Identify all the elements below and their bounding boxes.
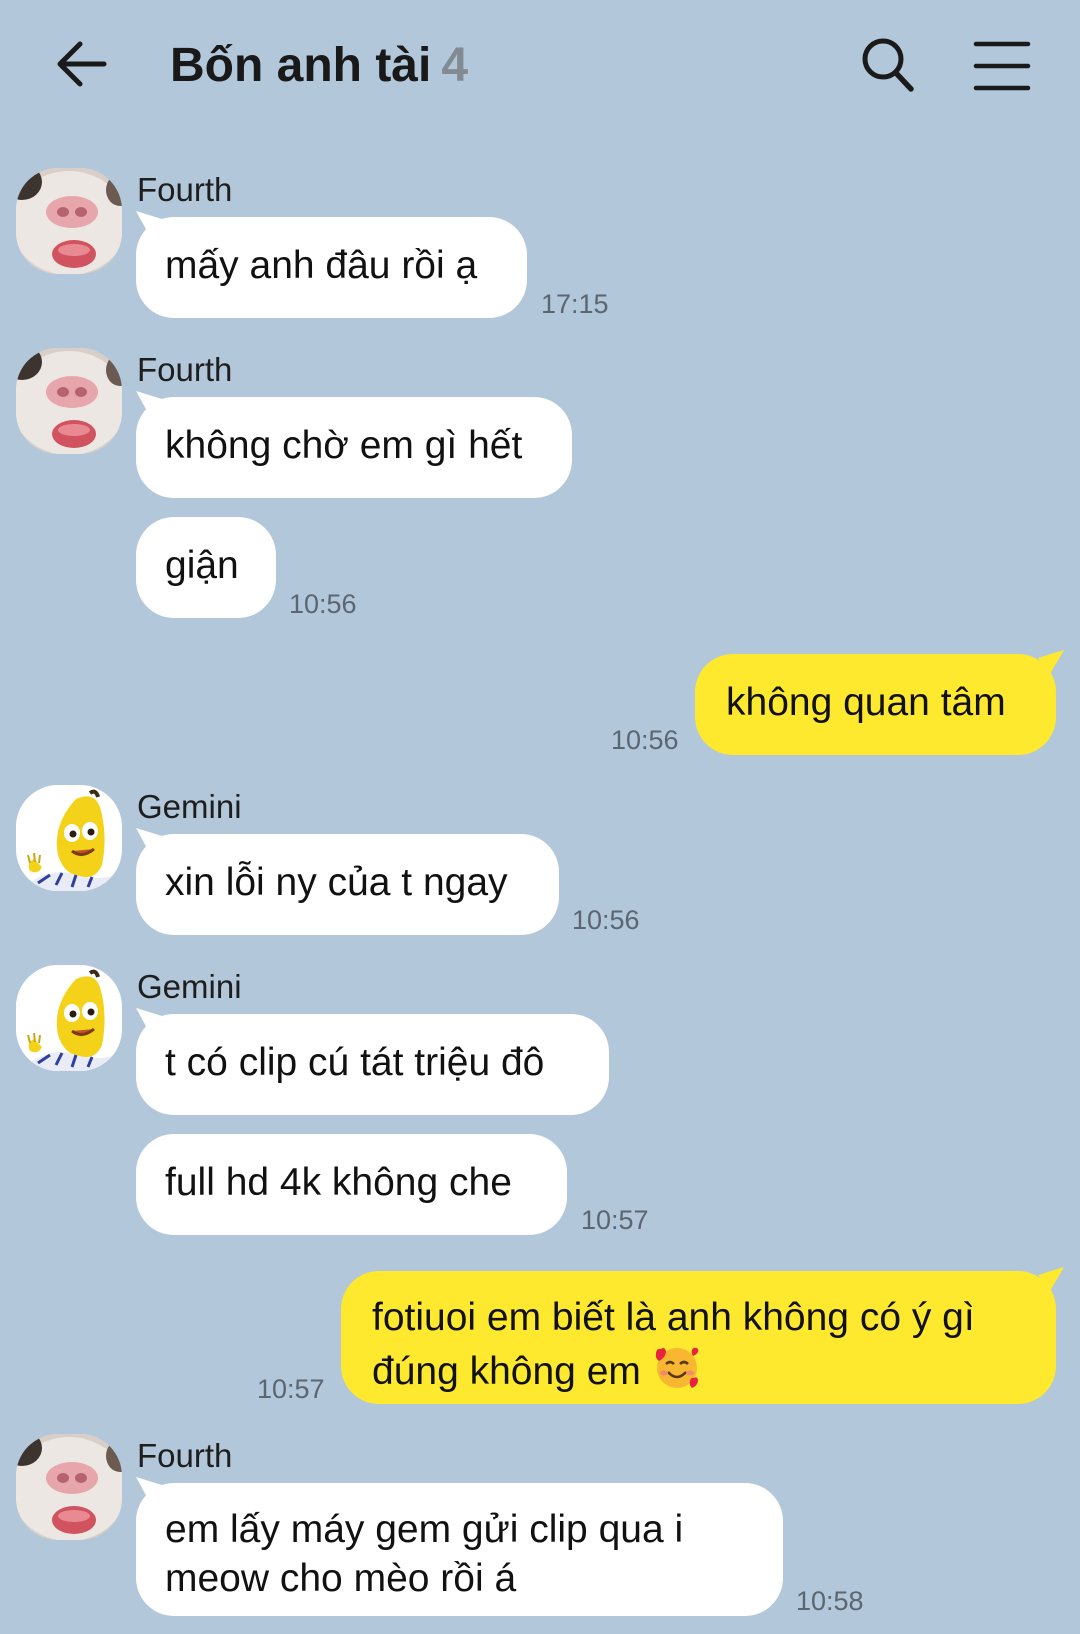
message-line: meow cho mèo rồi á <box>165 1557 517 1600</box>
bubble-tail <box>1038 1267 1064 1291</box>
menu-button[interactable] <box>970 36 1034 96</box>
chat-title[interactable]: Bốn anh tài 4 <box>170 36 468 96</box>
message-line: fotiuoi em biết là anh không có ý gì <box>372 1296 975 1339</box>
message-text: mấy anh đâu rồi ạ <box>165 244 478 287</box>
message-bubble-outgoing[interactable]: fotiuoi em biết là anh không có ý gì đún… <box>341 1267 1064 1404</box>
sender-name: Fourth <box>137 351 233 388</box>
bubble-tail <box>1038 650 1064 674</box>
chat-header: Bốn anh tài 4 <box>0 0 1080 130</box>
message-bubble[interactable]: t có clip cú tát triệu đô <box>136 1008 609 1115</box>
message-bubble[interactable]: xin lỗi ny của t ngay <box>136 828 559 935</box>
sender-name: Fourth <box>137 1437 233 1474</box>
hamster-avatar[interactable] <box>16 348 122 454</box>
bubble-tail <box>136 1008 162 1030</box>
message-text: xin lỗi ny của t ngay <box>165 861 508 904</box>
message-text: không chờ em gì hết <box>165 424 523 467</box>
hamburger-menu-icon <box>973 41 1031 91</box>
message-timestamp: 17:15 <box>541 289 609 319</box>
bubble-tail <box>136 828 162 850</box>
banana-avatar-image <box>16 965 122 1071</box>
sender-name: Fourth <box>137 171 233 208</box>
message-bubble[interactable]: giận <box>136 517 276 618</box>
bubble-tail <box>136 1477 162 1499</box>
message-bubble-outgoing[interactable]: không quan tâm <box>695 650 1064 755</box>
message-timestamp: 10:57 <box>257 1374 325 1404</box>
chat-room-name: Bốn anh tài <box>170 39 432 92</box>
hamster-avatar-image <box>16 168 122 274</box>
message-text: full hd 4k không che <box>165 1161 512 1204</box>
hamster-avatar[interactable] <box>16 168 122 274</box>
banana-avatar[interactable] <box>16 785 122 891</box>
hamster-avatar-image <box>16 1434 122 1540</box>
message-text: t có clip cú tát triệu đô <box>165 1041 545 1084</box>
message-timestamp: 10:56 <box>572 905 640 935</box>
bubble-tail <box>136 211 162 233</box>
message-line: em lấy máy gem gửi clip qua i <box>165 1508 684 1551</box>
message-text: giận <box>165 544 239 587</box>
message-timestamp: 10:58 <box>796 1586 864 1616</box>
sender-name: Gemini <box>137 788 242 825</box>
chat-screen: Bốn anh tài 4 Fourth mấy anh đâu rồi ạ 1… <box>0 0 1080 1634</box>
message-bubble[interactable]: mấy anh đâu rồi ạ <box>136 211 527 318</box>
back-button[interactable] <box>50 34 114 94</box>
message-bubble[interactable]: em lấy máy gem gửi clip qua i meow cho m… <box>136 1477 783 1616</box>
hamster-avatar-image <box>16 348 122 454</box>
bubble-tail <box>136 391 162 413</box>
hamster-avatar[interactable] <box>16 1434 122 1540</box>
message-timestamp: 10:57 <box>581 1205 649 1235</box>
sender-name: Gemini <box>137 968 242 1005</box>
message-text: không quan tâm <box>726 681 1006 724</box>
member-count: 4 <box>441 39 469 92</box>
smiling-face-with-hearts-icon <box>655 1347 698 1388</box>
message-bubble[interactable]: không chờ em gì hết <box>136 391 572 498</box>
message-timestamp: 10:56 <box>611 725 679 755</box>
message-line-with-emoji: đúng không em <box>372 1342 1056 1396</box>
arrow-left-icon <box>57 41 107 87</box>
search-icon <box>862 38 914 92</box>
message-bubble[interactable]: full hd 4k không che <box>136 1134 567 1235</box>
banana-avatar[interactable] <box>16 965 122 1071</box>
message-timestamp: 10:56 <box>289 589 357 619</box>
message-line: đúng không em <box>372 1350 641 1393</box>
banana-avatar-image <box>16 785 122 891</box>
search-button[interactable] <box>858 32 918 98</box>
